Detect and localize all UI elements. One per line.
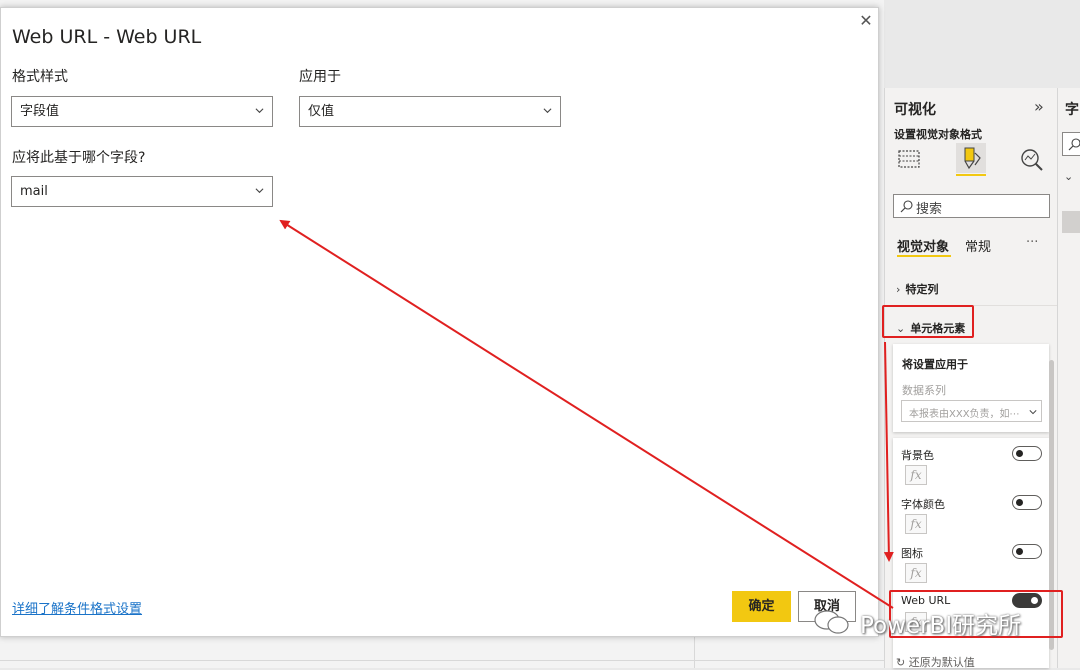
canvas-divider bbox=[694, 637, 695, 668]
apply-to-select[interactable]: 仅值 bbox=[299, 96, 561, 127]
format-style-value: 字段值 bbox=[20, 104, 60, 119]
chevron-down-icon[interactable]: ⌄ bbox=[1064, 170, 1073, 183]
active-tab-indicator bbox=[956, 174, 986, 176]
section-specific-column[interactable]: › 特定列 bbox=[896, 278, 939, 297]
series-label: 数据系列 bbox=[902, 384, 946, 397]
toggle-switch[interactable] bbox=[1012, 495, 1042, 510]
pane-title: 可视化 bbox=[894, 102, 936, 118]
field-question-label: 应将此基于哪个字段? bbox=[12, 150, 146, 166]
apply-settings-title: 将设置应用于 bbox=[902, 358, 968, 371]
fields-pane-title: 字 bbox=[1065, 102, 1079, 118]
toggle-switch[interactable] bbox=[1012, 544, 1042, 559]
canvas-divider bbox=[0, 660, 884, 661]
toggle-knob bbox=[1016, 450, 1023, 457]
format-style-label: 格式样式 bbox=[12, 69, 68, 85]
chevron-down-icon bbox=[255, 188, 264, 194]
field-select[interactable]: mail bbox=[11, 176, 273, 207]
chevron-down-icon bbox=[255, 108, 264, 114]
dialog-title: Web URL - Web URL bbox=[12, 26, 202, 48]
chevron-down-icon bbox=[543, 108, 552, 114]
fx-button[interactable]: fx bbox=[905, 563, 927, 583]
setting-row: 字体颜色 fx bbox=[901, 494, 1046, 538]
toggle-knob bbox=[1016, 548, 1023, 555]
fx-button[interactable]: fx bbox=[905, 514, 927, 534]
tab-visual[interactable]: 视觉对象 bbox=[897, 236, 949, 255]
setting-label: 字体颜色 bbox=[901, 498, 945, 511]
reset-label: 还原为默认值 bbox=[908, 656, 975, 669]
fields-pane: 字 ⌄ bbox=[1057, 88, 1080, 668]
visualizations-pane: 可视化 » 设置视觉对象格式 搜索 视觉对象 常规 ··· › 特定列 ⌄ 单元… bbox=[884, 88, 1057, 669]
field-value: mail bbox=[20, 184, 48, 199]
setting-label: 图标 bbox=[901, 547, 923, 560]
fx-button[interactable]: fx bbox=[905, 465, 927, 485]
watermark-text: PowerBI研究所 bbox=[860, 613, 1022, 639]
setting-row: 图标 fx bbox=[901, 543, 1046, 587]
search-icon bbox=[1068, 138, 1080, 151]
format-visual-icon[interactable] bbox=[956, 143, 986, 173]
setting-row: 背景色 fx bbox=[901, 445, 1046, 489]
toggle-switch[interactable] bbox=[1012, 446, 1042, 461]
apply-to-value: 仅值 bbox=[308, 104, 335, 119]
expand-icon[interactable]: » bbox=[1034, 97, 1044, 116]
field-item[interactable] bbox=[1062, 211, 1080, 233]
section-label: 特定列 bbox=[905, 283, 939, 296]
series-select[interactable]: 本报表由XXX负责，如⋯ bbox=[901, 400, 1042, 422]
pane-subtitle: 设置视觉对象格式 bbox=[894, 128, 982, 141]
search-placeholder: 搜索 bbox=[916, 202, 943, 217]
series-value: 本报表由XXX负责，如⋯ bbox=[909, 409, 1020, 420]
apply-settings-card: 将设置应用于 数据系列 本报表由XXX负责，如⋯ bbox=[893, 344, 1049, 432]
format-style-select[interactable]: 字段值 bbox=[11, 96, 273, 127]
watermark: PowerBI研究所 bbox=[813, 606, 1053, 639]
chevron-down-icon bbox=[1029, 410, 1037, 415]
search-input[interactable]: 搜索 bbox=[893, 194, 1050, 218]
analytics-icon[interactable] bbox=[1019, 147, 1045, 173]
toggle-knob bbox=[1016, 499, 1023, 506]
build-visual-icon[interactable] bbox=[897, 147, 921, 171]
tab-underline bbox=[897, 255, 951, 257]
apply-to-label: 应用于 bbox=[299, 69, 341, 85]
more-options-icon[interactable]: ··· bbox=[1026, 235, 1038, 250]
fields-search-input[interactable] bbox=[1062, 132, 1080, 156]
highlight-box-cell-elements bbox=[882, 305, 974, 338]
reset-icon: ↻ bbox=[896, 656, 906, 669]
close-icon[interactable]: ✕ bbox=[857, 12, 875, 30]
setting-label: 背景色 bbox=[901, 449, 934, 462]
wechat-logo-icon bbox=[814, 610, 849, 634]
search-icon bbox=[900, 200, 913, 213]
conditional-format-dialog: Web URL - Web URL ✕ 格式样式 字段值 应用于 仅值 应将此基… bbox=[0, 7, 879, 637]
tab-general[interactable]: 常规 bbox=[965, 236, 991, 255]
learn-more-link[interactable]: 详细了解条件格式设置 bbox=[12, 598, 142, 617]
ok-button[interactable]: 确定 bbox=[732, 591, 791, 622]
